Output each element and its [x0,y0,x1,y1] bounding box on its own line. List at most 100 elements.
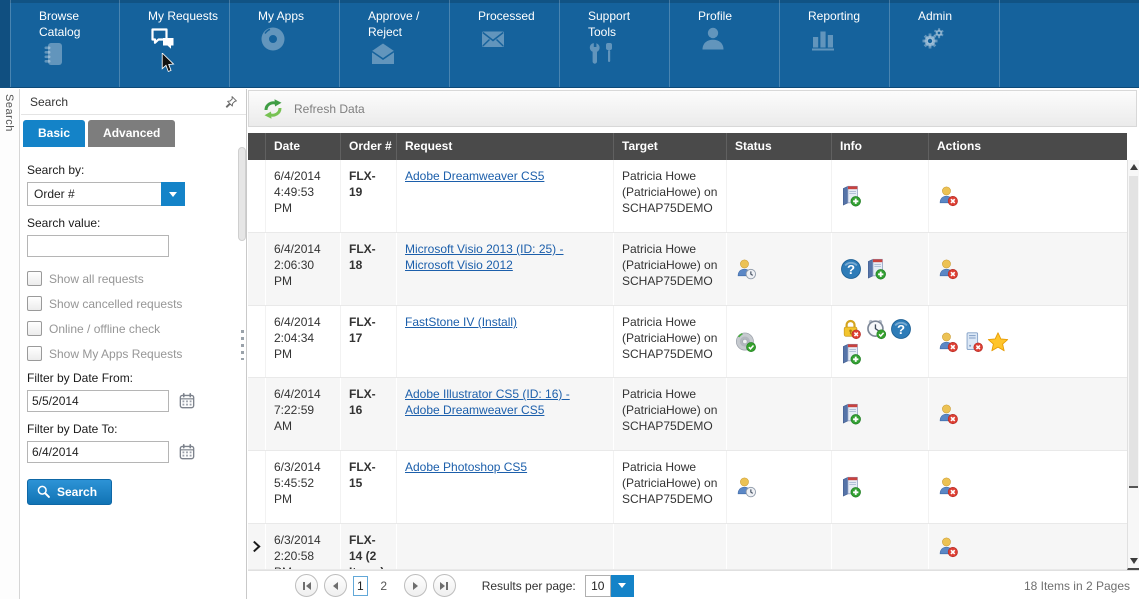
request-link[interactable]: Microsoft Visio 2013 (ID: 25) - Microsof… [405,242,564,272]
calendar-icon[interactable] [178,392,196,410]
checkbox[interactable] [27,296,42,311]
row-info-cell [831,524,928,569]
question-icon[interactable] [890,318,912,340]
nav-item-profile[interactable]: Profile [670,0,780,87]
nav-item-support-tools[interactable]: Support Tools [560,0,670,87]
pin-icon[interactable] [224,95,238,109]
first-page-button[interactable] [295,574,318,597]
column-header-info[interactable]: Info [831,133,928,160]
search-tabs: Basic Advanced [21,115,246,147]
date-from-input[interactable] [27,390,169,412]
tab-basic[interactable]: Basic [23,120,85,147]
checkbox-row-show-all-requests: Show all requests [27,271,238,286]
row-expander-cell [248,524,265,569]
table-row[interactable]: 6/3/2014 5:45:52 PM FLX-15 Adobe Photosh… [248,451,1127,524]
page-number-2[interactable]: 2 [377,576,391,596]
computer-x-icon[interactable] [962,331,984,353]
nav-item-my-requests[interactable]: My Requests [120,0,230,87]
column-header-status[interactable]: Status [726,133,831,160]
request-link[interactable]: Adobe Illustrator CS5 (ID: 16) - Adobe D… [405,387,570,417]
results-per-page-dropdown-button[interactable] [611,575,634,597]
row-date: 6/3/2014 5:45:52 PM [265,451,340,523]
user-remove-icon[interactable] [937,331,959,353]
app-add-icon[interactable] [840,403,862,425]
search-collapsed-tab[interactable]: Search [0,89,20,599]
row-request-cell: Adobe Dreamweaver CS5 [396,160,613,232]
request-link[interactable]: Adobe Dreamweaver CS5 [405,169,544,183]
row-status-cell [726,524,831,569]
search-panel-header: Search [21,89,246,115]
prev-page-button[interactable] [324,574,347,597]
tools-icon [588,40,669,68]
row-actions-cell [928,524,1127,569]
last-page-button[interactable] [433,574,456,597]
tab-advanced[interactable]: Advanced [88,120,175,147]
column-header-date[interactable]: Date [265,133,340,160]
request-link[interactable]: Adobe Photoshop CS5 [405,460,527,474]
row-request-cell [396,524,613,569]
app-add-icon[interactable] [840,185,862,207]
row-info-cell [831,160,928,232]
table-scrollbar[interactable] [1127,160,1139,570]
question-icon[interactable] [840,258,862,280]
search-value-input[interactable] [27,235,169,257]
nav-item-admin[interactable]: Admin [890,0,1000,87]
table-row[interactable]: 6/3/2014 2:20:58 PM FLX-14 (2 Items) [248,524,1127,570]
user-remove-icon[interactable] [937,403,959,425]
user-remove-icon[interactable] [937,258,959,280]
user-remove-icon[interactable] [937,536,959,558]
checkbox-label: Online / offline check [49,322,160,336]
user-remove-icon[interactable] [937,185,959,207]
column-header-actions[interactable]: Actions [928,133,1127,160]
search-checkbox-list: Show all requests Show cancelled request… [27,271,238,361]
checkbox[interactable] [27,346,42,361]
refresh-data-button[interactable]: Refresh Data [248,90,1137,127]
user-remove-icon[interactable] [937,476,959,498]
lock-x-icon[interactable] [840,318,862,340]
next-page-button[interactable] [404,574,427,597]
checkbox[interactable] [27,321,42,336]
table-row[interactable]: 6/4/2014 4:49:53 PM FLX-19 Adobe Dreamwe… [248,160,1127,233]
search-by-select[interactable]: Order # [27,182,185,206]
nav-item-browse-catalog[interactable]: Browse Catalog [10,0,120,87]
page-number-1[interactable]: 1 [353,576,368,596]
app-add-icon[interactable] [840,343,862,365]
splitter-handle[interactable] [241,330,244,360]
search-button[interactable]: Search [27,479,112,505]
disc-icon [258,25,339,53]
nav-item-processed[interactable]: Processed [450,0,560,87]
search-by-dropdown-button[interactable] [161,182,185,206]
row-order-number: FLX-15 [340,451,396,523]
search-button-label: Search [57,485,97,499]
app-add-icon[interactable] [840,476,862,498]
column-header-order[interactable]: Order # [340,133,396,160]
scrollbar-thumb[interactable] [1129,176,1138,488]
column-header-target[interactable]: Target [613,133,726,160]
chevron-down-icon [618,583,626,588]
results-per-page-value: 10 [585,575,611,597]
request-link[interactable]: FastStone IV (Install) [405,315,517,329]
scroll-up-icon[interactable] [1130,164,1138,170]
calendar-icon[interactable] [178,443,196,461]
row-actions-cell [928,451,1127,523]
checkbox[interactable] [27,271,42,286]
nav-item-my-apps[interactable]: My Apps [230,0,340,87]
expand-row-icon[interactable] [252,540,261,553]
scroll-down-icon[interactable] [1130,558,1138,564]
table-row[interactable]: 6/4/2014 2:04:34 PM FLX-17 FastStone IV … [248,306,1127,378]
table-row[interactable]: 6/4/2014 2:06:30 PM FLX-18 Microsoft Vis… [248,233,1127,306]
search-sidebar: Search Search Basic Advanced Search by: … [0,89,247,599]
nav-item-reporting[interactable]: Reporting [780,0,890,87]
search-by-label: Search by: [27,163,238,177]
date-to-input[interactable] [27,441,169,463]
search-panel: Search Basic Advanced Search by: Order #… [21,89,246,599]
column-header-request[interactable]: Request [396,133,613,160]
page-numbers: 12 [353,576,400,596]
app-add-icon[interactable] [865,258,887,280]
row-order-number: FLX-16 [340,378,396,450]
clock-check-icon[interactable] [865,318,887,340]
table-row[interactable]: 6/4/2014 7:22:59 AM FLX-16 Adobe Illustr… [248,378,1127,451]
sidebar-scrollbar-thumb[interactable] [238,147,246,241]
star-icon[interactable] [987,331,1009,353]
nav-item-approve-reject[interactable]: Approve / Reject [340,0,450,87]
